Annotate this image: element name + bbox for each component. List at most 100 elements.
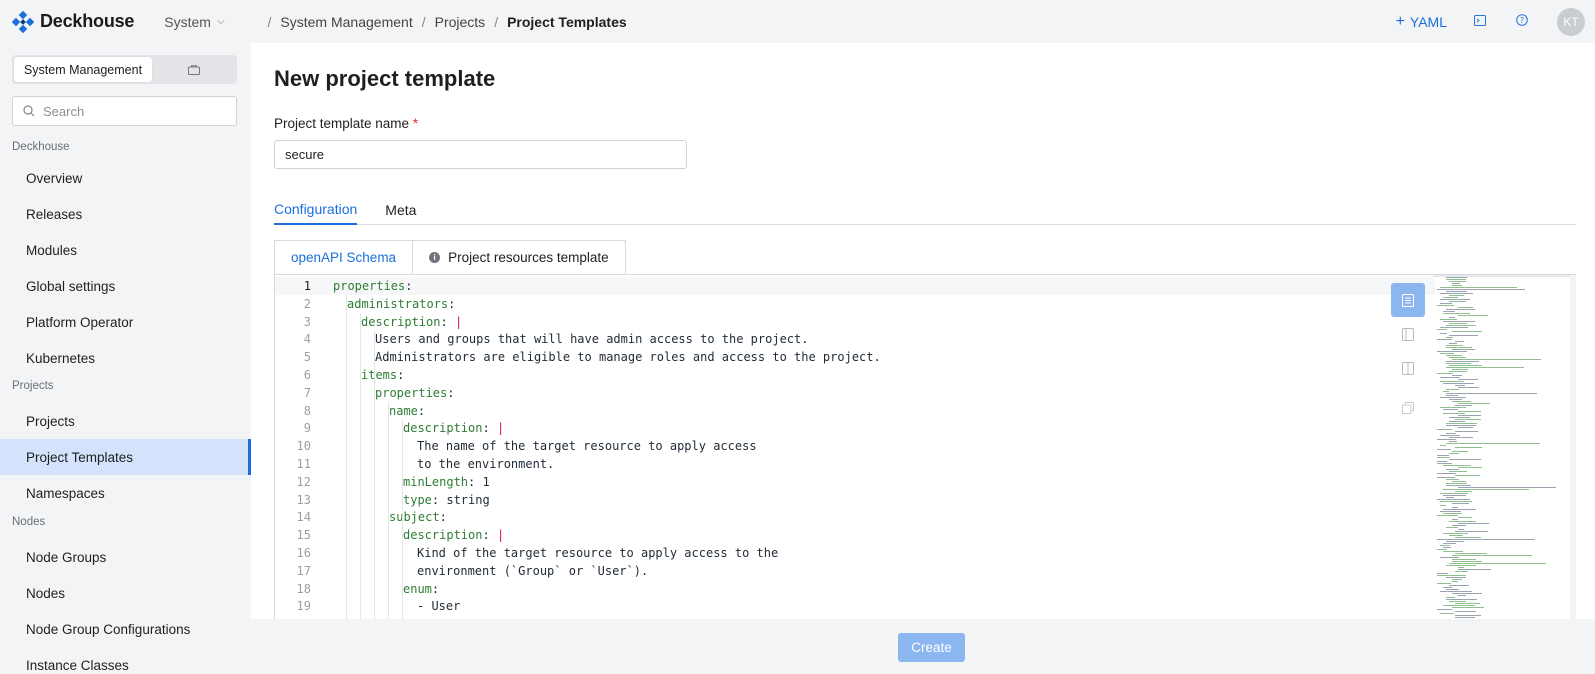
split-columns-icon[interactable] [1391, 351, 1425, 385]
info-icon: i [429, 252, 441, 263]
code-line[interactable]: 10 The name of the target resource to app… [275, 437, 1435, 455]
split-left-icon[interactable] [1391, 317, 1425, 351]
sidebar-item-kubernetes[interactable]: Kubernetes [0, 340, 251, 376]
line-number: 16 [296, 546, 311, 560]
minimap-line [1440, 381, 1464, 382]
minimap-line [1452, 369, 1468, 370]
code-line[interactable]: 12 minLength: 1 [275, 473, 1435, 491]
create-button[interactable]: Create [898, 633, 965, 662]
line-text: The name of the target resource to apply… [417, 437, 757, 455]
sidebar-item-nodes[interactable]: Nodes [0, 575, 251, 611]
code-line[interactable]: 5 Administrators are eligible to manage r… [275, 348, 1435, 366]
yaml-block-indicator: | [489, 421, 505, 436]
minimap-line [1455, 603, 1480, 604]
sidebar-item-node-groups[interactable]: Node Groups [0, 539, 251, 575]
code-line[interactable]: 17 environment (`Group` or `User`). [275, 562, 1435, 580]
code-line[interactable]: 16 Kind of the target resource to apply a… [275, 544, 1435, 562]
code-line[interactable]: 14 subject: [275, 508, 1435, 526]
yaml-button[interactable]: + YAML [1396, 13, 1447, 31]
help-icon[interactable]: ? [1515, 14, 1529, 29]
minimap-line [1440, 505, 1446, 506]
line-number: 9 [303, 421, 311, 436]
code-line[interactable]: 19 - User [275, 597, 1435, 615]
breadcrumb-item-projects[interactable]: Projects [435, 14, 486, 30]
tab-configuration[interactable]: Configuration [274, 194, 358, 225]
minimap-line [1449, 459, 1481, 460]
code-line[interactable]: 13 type: string [275, 491, 1435, 509]
indent-guide [346, 294, 347, 619]
minimap-line [1458, 379, 1478, 380]
code-line[interactable]: 6 items: [275, 366, 1435, 384]
code-line[interactable]: 4 Users and groups that will have admin a… [275, 330, 1435, 348]
avatar[interactable]: KT [1557, 7, 1585, 36]
document-view-icon[interactable] [1391, 283, 1425, 317]
sidebar-item-releases[interactable]: Releases [0, 196, 251, 232]
minimap-line [1446, 565, 1476, 566]
minimap-line [1455, 491, 1472, 492]
minimap-line [1440, 397, 1466, 398]
minimap-line [1437, 457, 1450, 458]
minimap-line [1452, 593, 1482, 594]
logo[interactable]: Deckhouse [12, 10, 134, 33]
minimap-line [1449, 441, 1457, 442]
minimap-line [1443, 489, 1529, 490]
minimap-line [1446, 279, 1466, 280]
minimap-line [1458, 467, 1482, 468]
minimap-line [1449, 535, 1463, 536]
subtabs: openAPI Schema i Project resources templ… [274, 240, 626, 275]
sidebar-item-modules[interactable]: Modules [0, 232, 251, 268]
yaml-key: description [403, 421, 483, 436]
code-editor[interactable]: 1 properties: 2 administrators: 3 description… [274, 274, 1576, 619]
minimap-line [1449, 281, 1466, 282]
sidebar-item-node-group-configurations[interactable]: Node Group Configurations [0, 611, 251, 647]
code-line[interactable]: 18 enum: [275, 580, 1435, 598]
sidebar-item-global-settings[interactable]: Global settings [0, 268, 251, 304]
line-text: type: string [403, 491, 490, 509]
code-line[interactable]: 11 to the environment. [275, 455, 1435, 473]
minimap-line [1458, 517, 1472, 518]
minimap-line [1446, 599, 1477, 600]
sidebar-item-project-templates[interactable]: Project Templates [0, 439, 251, 475]
terminal-icon[interactable] [1473, 14, 1487, 29]
segment-folder[interactable] [152, 57, 235, 82]
minimap-line [1443, 551, 1463, 552]
subtab-openapi-schema[interactable]: openAPI Schema [274, 240, 413, 275]
minimap-line [1449, 563, 1546, 564]
subtab-project-resources-template[interactable]: i Project resources template [412, 240, 626, 275]
sidebar-item-projects[interactable]: Projects [0, 403, 251, 439]
breadcrumb-item-system-management[interactable]: System Management [280, 14, 412, 30]
code-line[interactable]: 15 description: | [275, 526, 1435, 544]
code-line[interactable]: 8 name: [275, 402, 1435, 420]
yaml-value: : [448, 296, 456, 311]
minimap-line [1440, 327, 1468, 328]
sidebar-item-namespaces[interactable]: Namespaces [0, 475, 251, 511]
minimap-line [1458, 403, 1490, 404]
minimap[interactable] [1433, 275, 1563, 619]
search-input[interactable] [43, 103, 223, 119]
code-line[interactable]: 1 properties: [275, 277, 1435, 295]
line-number: 11 [296, 457, 311, 471]
indent-guide [388, 401, 389, 619]
system-select[interactable]: System ⌵ [164, 14, 224, 30]
minimap-line [1446, 541, 1464, 542]
minimap-line [1458, 487, 1556, 488]
template-name-input[interactable] [274, 140, 687, 169]
editor-scrollbar[interactable] [1570, 275, 1576, 619]
code-line[interactable]: 2 administrators: [275, 295, 1435, 313]
yaml-key: administrators [347, 296, 449, 311]
sidebar-item-overview[interactable]: Overview [0, 160, 251, 196]
code-line[interactable]: 7 properties: [275, 384, 1435, 402]
minimap-line [1443, 311, 1455, 312]
tab-meta[interactable]: Meta [385, 194, 416, 225]
minimap-line [1446, 395, 1458, 396]
sidebar-item-platform-operator[interactable]: Platform Operator [0, 304, 251, 340]
sidebar-search[interactable] [12, 96, 237, 126]
minimap-line [1449, 343, 1457, 344]
copy-icon[interactable] [1391, 391, 1425, 425]
sidebar-item-instance-classes[interactable]: Instance Classes [0, 647, 251, 674]
code-line[interactable]: 9 description: | [275, 419, 1435, 437]
code-line[interactable]: 3 description: | [275, 313, 1435, 331]
yaml-key: properties [375, 385, 448, 400]
minimap-line [1440, 353, 1454, 354]
segment-system-management[interactable]: System Management [14, 57, 152, 82]
